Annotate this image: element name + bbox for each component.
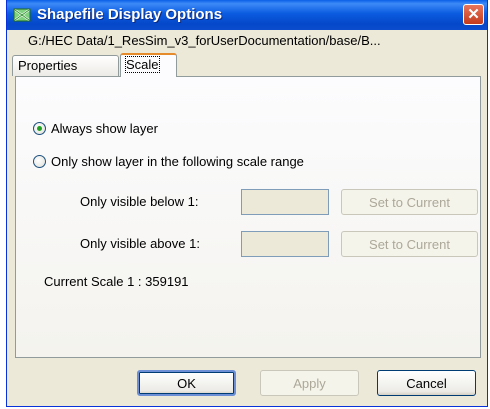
visible-above-label: Only visible above 1: [80,236,200,251]
apply-button[interactable]: Apply [260,370,359,396]
scale-range-label: Only show layer in the following scale r… [51,154,304,169]
scale-panel: Always show layer Only show layer in the… [15,76,481,358]
always-show-radio-row[interactable]: Always show layer [33,121,158,136]
tab-scale[interactable]: Scale [120,53,177,77]
dialog-window: Shapefile Display Options ✕ G:/HEC Data/… [6,0,488,407]
tab-properties-label: Properties [18,58,78,73]
scale-range-radio[interactable] [33,155,46,168]
scale-range-radio-row[interactable]: Only show layer in the following scale r… [33,154,304,169]
map-layer-icon [13,8,31,22]
visible-above-input[interactable] [241,231,329,257]
current-scale-text: Current Scale 1 : 359191 [44,274,189,289]
cancel-button[interactable]: Cancel [377,370,476,396]
file-path: G:/HEC Data/1_ResSim_v3_forUserDocumenta… [28,33,381,48]
visible-below-input[interactable] [241,189,329,215]
set-to-current-above-button[interactable]: Set to Current [341,231,478,257]
tab-scale-label: Scale [125,56,160,73]
ok-button[interactable]: OK [137,370,236,396]
always-show-radio[interactable] [33,122,46,135]
window-title: Shapefile Display Options [37,6,223,23]
always-show-label: Always show layer [51,121,158,136]
set-to-current-below-button[interactable]: Set to Current [341,189,478,215]
title-bar[interactable]: Shapefile Display Options ✕ [7,0,487,30]
tab-properties[interactable]: Properties [12,55,119,76]
visible-below-label: Only visible below 1: [80,194,199,209]
close-button[interactable]: ✕ [463,4,484,25]
close-icon: ✕ [467,6,480,23]
